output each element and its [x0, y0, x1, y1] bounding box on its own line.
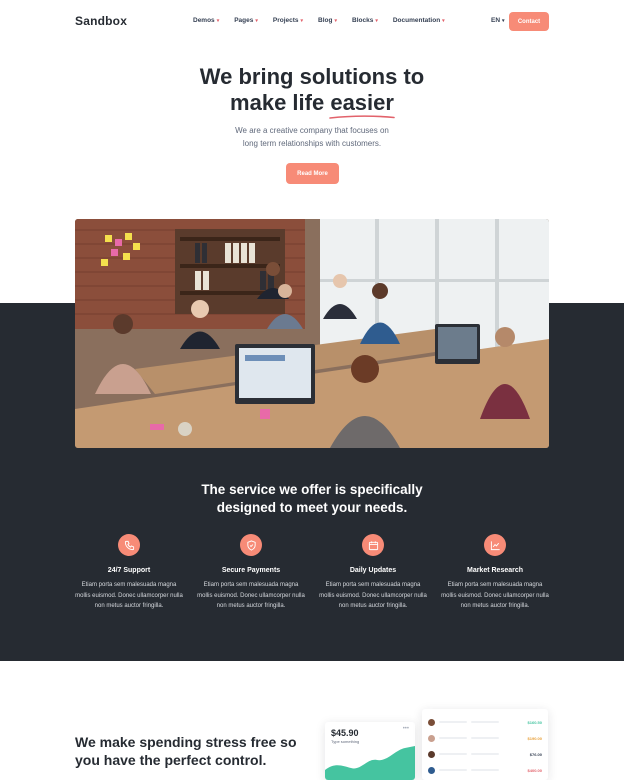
transaction-date-placeholder — [471, 721, 499, 723]
hero-subtitle-line2: long term relationships with customers. — [242, 139, 382, 148]
menu-item-blog[interactable]: Blog ▾ — [318, 17, 337, 24]
transaction-amount: $76.00 — [529, 751, 542, 757]
chevron-down-icon: ▾ — [442, 17, 445, 24]
service-title: Secure Payments — [221, 567, 281, 574]
hero-title-line1: We bring solutions to — [199, 64, 425, 89]
service-title: Daily Updates — [349, 567, 397, 574]
office-scene-illustration — [75, 219, 549, 448]
hero-title-highlight-text: easier — [330, 90, 394, 115]
brand-logo[interactable]: Sandbox — [75, 14, 127, 28]
balance-area-chart — [325, 746, 415, 780]
menu-item-label: Documentation — [392, 17, 441, 24]
menu-item-label: Pages — [234, 17, 254, 24]
menu-item-documentation[interactable]: Documentation ▾ — [393, 17, 445, 24]
service-title: 24/7 Support — [107, 567, 151, 574]
chevron-down-icon: ▾ — [216, 17, 220, 24]
transaction-amount: $190.00 — [527, 735, 542, 741]
transaction-row: $160.50 — [428, 714, 542, 730]
phone-icon — [118, 534, 140, 556]
spending-heading-line1: We make spending stress free so — [75, 734, 297, 750]
more-options-icon[interactable]: ••• — [403, 726, 409, 732]
transaction-date-placeholder — [471, 753, 499, 755]
services-heading: The service we offer is specifically des… — [0, 481, 624, 517]
service-card-support: 24/7 Support Etiam porta sem malesuada m… — [75, 534, 183, 612]
transaction-name-placeholder — [439, 737, 467, 739]
transaction-amount: $400.00 — [527, 767, 542, 773]
menu-item-pages[interactable]: Pages ▾ — [234, 17, 258, 24]
service-card-payments: Secure Payments Etiam porta sem malesuad… — [197, 534, 305, 612]
office-team-photo — [75, 219, 549, 448]
read-more-button[interactable]: Read More — [286, 163, 339, 184]
avatar — [428, 766, 435, 774]
avatar — [428, 750, 435, 758]
calendar-icon — [362, 534, 384, 556]
language-label: EN — [491, 17, 501, 24]
balance-card: $45.90 Type something ••• — [325, 722, 415, 780]
transaction-name-placeholder — [439, 721, 467, 723]
services-grid: 24/7 Support Etiam porta sem malesuada m… — [75, 534, 549, 612]
menu-item-label: Projects — [272, 17, 299, 24]
menu-item-label: Blog — [318, 17, 333, 24]
hero-title-highlight: easier — [329, 90, 396, 119]
transaction-amount: $160.50 — [527, 719, 542, 725]
hero-subtitle: We are a creative company that focuses o… — [0, 124, 624, 150]
main-menu: Demos ▾ Pages ▾ Projects ▾ Blog ▾ Blocks ▾ Do… — [193, 17, 460, 24]
menu-item-label: Blocks — [352, 17, 374, 24]
avatar — [428, 734, 435, 742]
service-description: Etiam porta sem malesuada magna mollis e… — [441, 582, 549, 609]
balance-amount: $45.90 — [331, 728, 359, 738]
services-heading-line1: The service we offer is specifically — [201, 482, 423, 497]
transaction-row: $76.00 — [428, 746, 542, 762]
transactions-card: $160.50 $190.00 $76.00 $400.00 — [422, 709, 548, 780]
service-card-updates: Daily Updates Etiam porta sem malesuada … — [319, 534, 427, 612]
shield-icon — [240, 534, 262, 556]
chart-icon — [484, 534, 506, 556]
menu-item-label: Demos — [193, 17, 215, 24]
top-navigation: Sandbox Demos ▾ Pages ▾ Projects ▾ Blog ▾ Bl… — [0, 0, 624, 44]
services-heading-line2: designed to meet your needs. — [216, 500, 408, 515]
spending-heading: We make spending stress free so you have… — [75, 733, 315, 769]
hero-title-line2: make life easier — [0, 90, 624, 119]
avatar — [428, 718, 435, 726]
chevron-down-icon: ▾ — [502, 18, 505, 24]
transaction-date-placeholder — [471, 737, 499, 739]
spending-heading-line2: you have the perfect control. — [75, 752, 267, 768]
service-title: Market Research — [466, 567, 524, 574]
hero-title: We bring solutions to make life easier — [0, 64, 624, 119]
chevron-down-icon: ▾ — [255, 17, 258, 24]
chevron-down-icon: ▾ — [300, 17, 304, 24]
service-description: Etiam porta sem malesuada magna mollis e… — [75, 582, 183, 609]
contact-button[interactable]: Contact — [509, 12, 549, 31]
menu-item-demos[interactable]: Demos ▾ — [193, 17, 219, 24]
language-selector[interactable]: EN ▾ — [491, 17, 505, 24]
service-card-research: Market Research Etiam porta sem malesuad… — [441, 534, 549, 612]
hero-subtitle-line1: We are a creative company that focuses o… — [235, 126, 389, 135]
transaction-date-placeholder — [471, 769, 499, 771]
hero-title-prefix: make life — [230, 90, 325, 115]
service-description: Etiam porta sem malesuada magna mollis e… — [197, 582, 305, 609]
service-description: Etiam porta sem malesuada magna mollis e… — [319, 582, 427, 609]
underline-decoration — [329, 115, 396, 119]
menu-item-projects[interactable]: Projects ▾ — [273, 17, 303, 24]
transaction-row: $400.00 — [428, 762, 542, 778]
transaction-row: $190.00 — [428, 730, 542, 746]
menu-item-blocks[interactable]: Blocks ▾ — [352, 17, 378, 24]
chevron-down-icon: ▾ — [334, 17, 338, 24]
chevron-down-icon: ▾ — [375, 17, 378, 24]
transaction-name-placeholder — [439, 753, 467, 755]
transaction-name-placeholder — [439, 769, 467, 771]
